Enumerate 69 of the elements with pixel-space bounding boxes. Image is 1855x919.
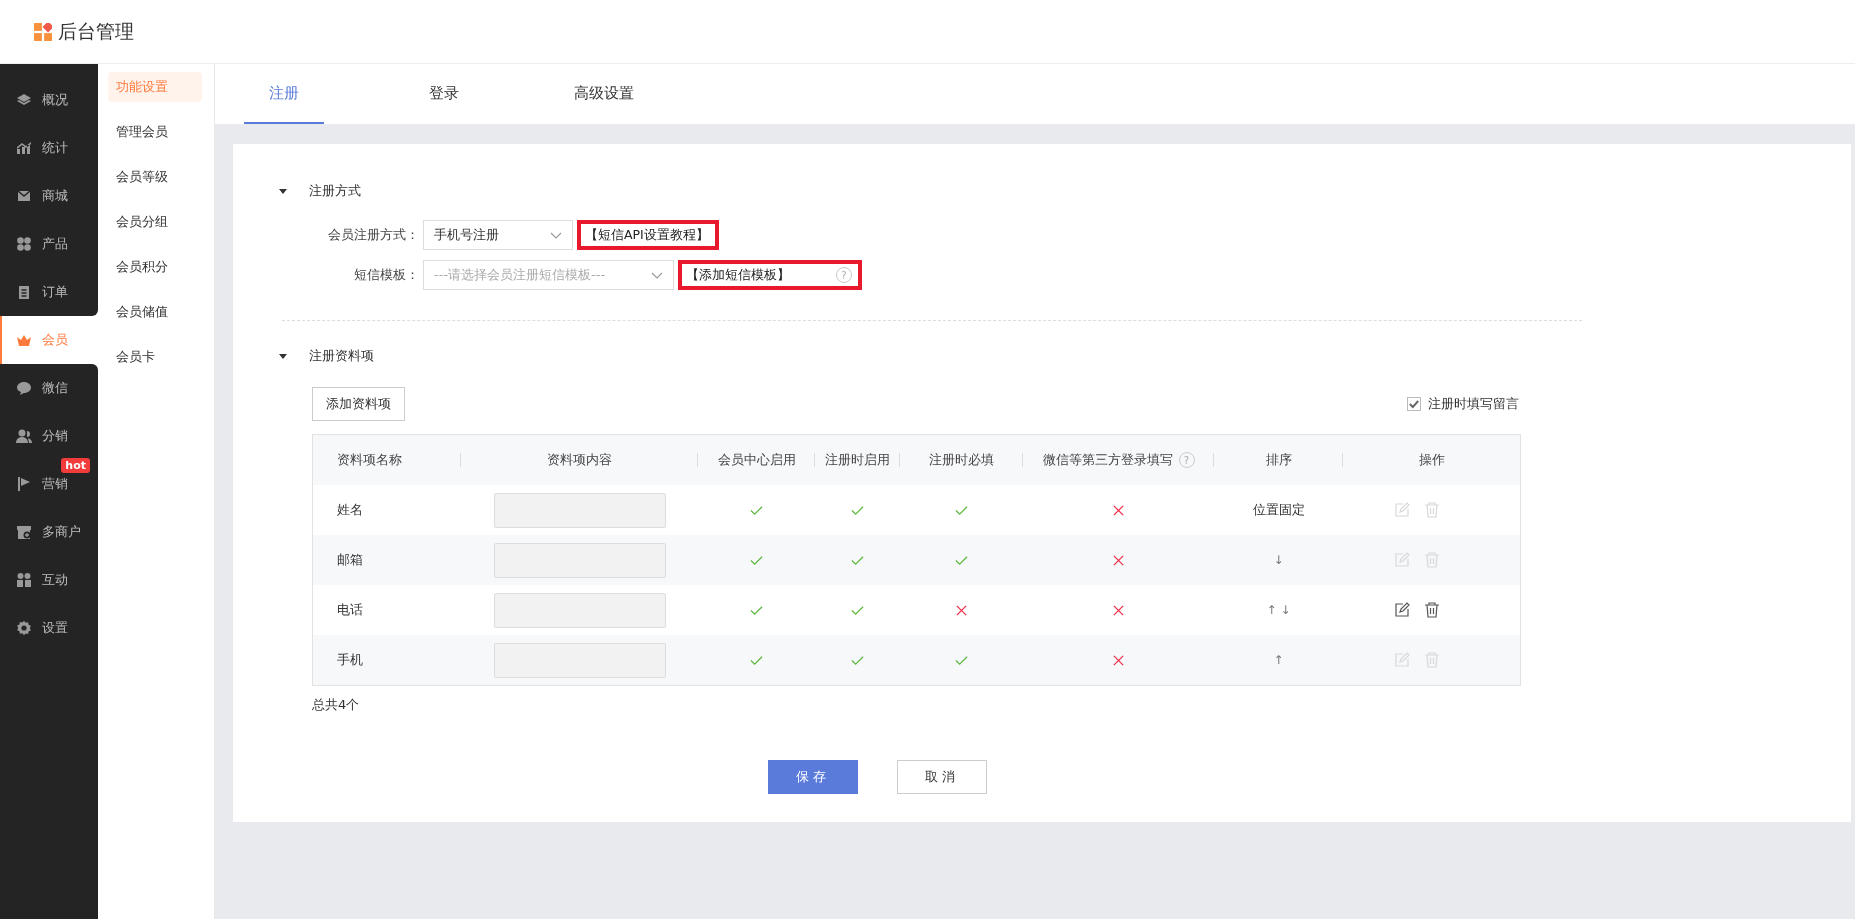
chat-icon [16, 380, 32, 396]
column-header: 排序 [1265, 451, 1292, 469]
column-header: 资料项内容 [547, 451, 612, 469]
hot-badge: hot [61, 458, 90, 473]
sort-control[interactable]: ↑ [1273, 653, 1284, 667]
section-title: 注册资料项 [309, 347, 374, 365]
section-title: 注册方式 [309, 182, 361, 200]
logo-icon [34, 22, 52, 41]
app-title: 后台管理 [58, 18, 134, 44]
collapse-caret-icon[interactable] [279, 353, 287, 359]
table-cell: 电话 [337, 601, 363, 619]
cancel-button[interactable]: 取消 [897, 760, 987, 794]
link[interactable]: 【短信API设置教程】 [585, 226, 709, 244]
link[interactable]: 【添加短信模板】 [686, 266, 790, 284]
chevron-down-icon [550, 231, 562, 239]
column-header: 会员中心启用 [717, 451, 796, 469]
column-header: 微信等第三方登录填写 [1042, 451, 1173, 469]
sidebar-item[interactable]: hot 营销 [0, 460, 98, 508]
edit-icon[interactable] [1394, 602, 1410, 618]
column-header: 操作 [1418, 451, 1445, 469]
collapse-caret-icon[interactable] [279, 188, 287, 194]
field-label: 会员注册方式： [327, 226, 419, 244]
sidebar-item[interactable]: 微信 [0, 364, 98, 412]
checkbox[interactable] [1407, 397, 1421, 411]
grid-icon [16, 236, 32, 252]
submenu-item[interactable]: 管理会员 [108, 117, 202, 147]
flag-icon [16, 476, 32, 492]
submenu-item[interactable]: 会员等级 [108, 162, 202, 192]
checkbox-label: 注册时填写留言 [1428, 395, 1519, 413]
sidebar-item[interactable]: 商城 [0, 172, 98, 220]
column-header: 注册时必填 [929, 451, 994, 469]
add-field-button[interactable]: 添加资料项 [312, 387, 405, 421]
field-label: 短信模板： [353, 266, 419, 284]
tab[interactable]: 高级设置 [564, 64, 644, 124]
sidebar-item[interactable]: 互动 [0, 556, 98, 604]
store-icon [16, 524, 32, 540]
save-button[interactable]: 保存 [768, 760, 858, 794]
sort-control[interactable]: ↓ [1273, 553, 1284, 567]
sidebar-item[interactable]: 设置 [0, 604, 98, 652]
submenu-item[interactable]: 会员储值 [108, 297, 202, 327]
sidebar-item[interactable]: 统计 [0, 124, 98, 172]
chart-icon [16, 140, 32, 156]
settings-icon [16, 620, 32, 636]
column-header: 资料项名称 [337, 451, 402, 469]
chevron-down-icon [651, 271, 663, 279]
clipboard-icon [16, 284, 32, 300]
sidebar-item[interactable]: 多商户 [0, 508, 98, 556]
envelope-icon [16, 188, 32, 204]
table-cell: 姓名 [337, 501, 363, 519]
layers-icon [16, 92, 32, 108]
submenu-item[interactable]: 会员分组 [108, 207, 202, 237]
dropdown-field[interactable]: 手机号注册 [423, 220, 573, 250]
column-header: 注册时启用 [825, 451, 890, 469]
sort-control[interactable]: 位置固定 [1252, 501, 1305, 519]
sidebar-item[interactable]: 分销 [0, 412, 98, 460]
user-icon [16, 428, 32, 444]
submenu-item[interactable]: 会员卡 [108, 342, 202, 372]
tab[interactable]: 注册 [244, 64, 324, 124]
submenu-item[interactable]: 会员积分 [108, 252, 202, 282]
total-count: 总共4个 [312, 696, 361, 714]
sidebar-item[interactable]: 概况 [0, 76, 98, 124]
tab[interactable]: 登录 [404, 64, 484, 124]
sort-control[interactable]: ↑ ↓ [1266, 603, 1291, 617]
blocks-icon [16, 572, 32, 588]
table-cell: 手机 [337, 651, 363, 669]
table-cell: 邮箱 [337, 551, 363, 569]
sidebar-item[interactable]: 订单 [0, 268, 98, 316]
trash-icon[interactable] [1424, 602, 1440, 618]
sidebar-item[interactable]: 产品 [0, 220, 98, 268]
